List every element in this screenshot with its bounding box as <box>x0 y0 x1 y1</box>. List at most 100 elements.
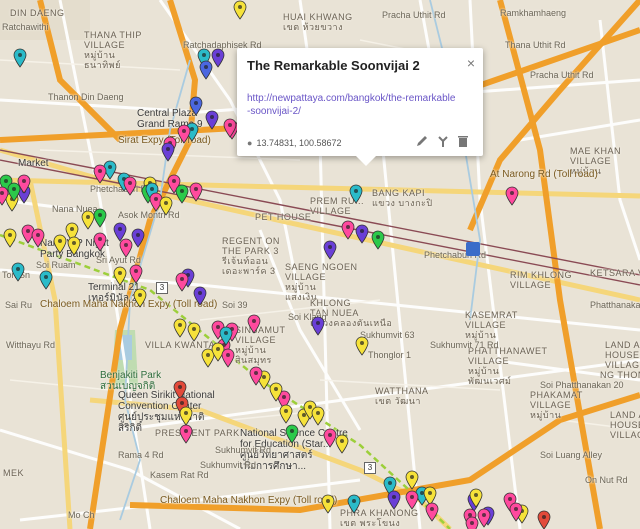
map-marker[interactable] <box>311 406 325 426</box>
map-marker[interactable] <box>11 262 25 282</box>
label-kasemrat: KASEMRAT VILLAGE หมู่บ้าน <box>465 310 518 340</box>
label-kasem-rat: Kasem Rat Rd <box>150 470 209 480</box>
map-marker[interactable] <box>477 508 491 528</box>
map-marker[interactable] <box>279 404 293 424</box>
map-marker[interactable] <box>221 348 235 368</box>
marker-pin-icon <box>131 228 145 248</box>
map-marker[interactable] <box>269 382 283 402</box>
marker-pin-icon <box>355 336 369 356</box>
map-marker[interactable] <box>405 490 419 510</box>
map-marker[interactable] <box>247 314 261 334</box>
map-marker[interactable] <box>189 182 203 202</box>
map-marker[interactable] <box>223 118 237 138</box>
label-rim-khlong: RIM KHLONG VILLAGE <box>510 270 573 290</box>
label-huai-khwang: HUAI KHWANG เขต ห้วยขวาง <box>283 12 353 32</box>
info-window-tail <box>356 156 376 166</box>
marker-pin-icon <box>129 264 143 284</box>
edit-icon[interactable] <box>414 133 430 149</box>
map-marker[interactable] <box>469 488 483 508</box>
info-window-link[interactable]: http://newpattaya.com/bangkok/the-remark… <box>247 92 457 118</box>
marker-pin-icon <box>113 266 127 286</box>
map-marker[interactable] <box>249 366 263 386</box>
map-marker[interactable] <box>179 406 193 426</box>
map-marker[interactable] <box>177 124 191 144</box>
marker-pin-icon <box>175 184 189 204</box>
map-marker[interactable] <box>219 326 233 346</box>
map-canvas[interactable]: DIN DAENG THANA THIP VILLAGE หมู่บ้าน ธน… <box>0 0 640 529</box>
marker-pin-icon <box>11 262 25 282</box>
marker-pin-icon <box>119 238 133 258</box>
marker-pin-icon <box>93 208 107 228</box>
map-marker[interactable] <box>371 230 385 250</box>
label-pet-house: PET HOUSE <box>255 212 312 222</box>
map-marker[interactable] <box>341 220 355 240</box>
map-marker[interactable] <box>199 60 213 80</box>
map-marker[interactable] <box>509 502 523 522</box>
label-din-daeng: DIN DAENG <box>10 8 65 18</box>
map-marker[interactable] <box>387 490 401 510</box>
map-marker[interactable] <box>93 208 107 228</box>
map-marker[interactable] <box>405 470 419 490</box>
map-marker[interactable] <box>179 424 193 444</box>
marker-pin-icon <box>189 182 203 202</box>
map-marker[interactable] <box>93 232 107 252</box>
marker-pin-icon <box>355 224 369 244</box>
label-sukhumvit: Sukhumvit Rd <box>215 445 272 455</box>
map-marker[interactable] <box>311 316 325 336</box>
map-marker[interactable] <box>355 336 369 356</box>
map-marker[interactable] <box>537 510 551 529</box>
map-marker[interactable] <box>193 286 207 306</box>
map-marker[interactable] <box>335 434 349 454</box>
close-icon[interactable]: × <box>467 55 475 71</box>
marker-pin-icon <box>205 110 219 130</box>
map-marker[interactable] <box>173 318 187 338</box>
map-marker[interactable] <box>0 186 9 206</box>
map-marker[interactable] <box>349 184 363 204</box>
map-marker[interactable] <box>119 238 133 258</box>
map-marker[interactable] <box>133 288 147 308</box>
map-marker[interactable] <box>123 176 137 196</box>
map-marker[interactable] <box>3 228 17 248</box>
map-marker[interactable] <box>285 424 299 444</box>
map-marker[interactable] <box>205 110 219 130</box>
marker-pin-icon <box>67 236 81 256</box>
delete-icon[interactable] <box>455 133 471 149</box>
map-marker[interactable] <box>129 264 143 284</box>
map-marker[interactable] <box>189 96 203 116</box>
map-marker[interactable] <box>13 48 27 68</box>
map-marker[interactable] <box>113 266 127 286</box>
label-ng-thong: NG THONG <box>600 370 640 380</box>
map-marker[interactable] <box>233 0 247 20</box>
marker-pin-icon <box>177 124 191 144</box>
map-marker[interactable] <box>81 210 95 230</box>
marker-pin-icon <box>537 510 551 529</box>
map-marker[interactable] <box>425 502 439 522</box>
map-marker[interactable] <box>175 272 189 292</box>
map-marker[interactable] <box>505 186 519 206</box>
map-marker[interactable] <box>67 236 81 256</box>
marker-pin-icon <box>17 174 31 194</box>
label-mek: MEK <box>3 468 25 478</box>
marker-pin-icon <box>179 406 193 426</box>
map-marker[interactable] <box>161 142 175 162</box>
map-marker[interactable] <box>321 494 335 514</box>
map-marker[interactable] <box>187 322 201 342</box>
map-marker[interactable] <box>465 516 479 529</box>
map-marker[interactable] <box>211 48 225 68</box>
marker-pin-icon <box>189 96 203 116</box>
label-pracha-uthit: Pracha Uthit Rd <box>382 10 446 20</box>
map-marker[interactable] <box>39 270 53 290</box>
map-marker[interactable] <box>31 228 45 248</box>
map-marker[interactable] <box>131 228 145 248</box>
train-station-icon[interactable] <box>466 242 480 256</box>
map-marker[interactable] <box>93 164 107 184</box>
map-marker[interactable] <box>347 494 361 514</box>
marker-pin-icon <box>223 118 237 138</box>
map-marker[interactable] <box>159 196 173 216</box>
map-marker[interactable] <box>175 184 189 204</box>
map-marker[interactable] <box>17 174 31 194</box>
map-marker[interactable] <box>323 240 337 260</box>
label-saeng-ngoen: SAENG NGOEN VILLAGE หมู่บ้าน แสงเงิน <box>285 262 358 302</box>
map-marker[interactable] <box>355 224 369 244</box>
directions-icon[interactable] <box>435 133 451 149</box>
